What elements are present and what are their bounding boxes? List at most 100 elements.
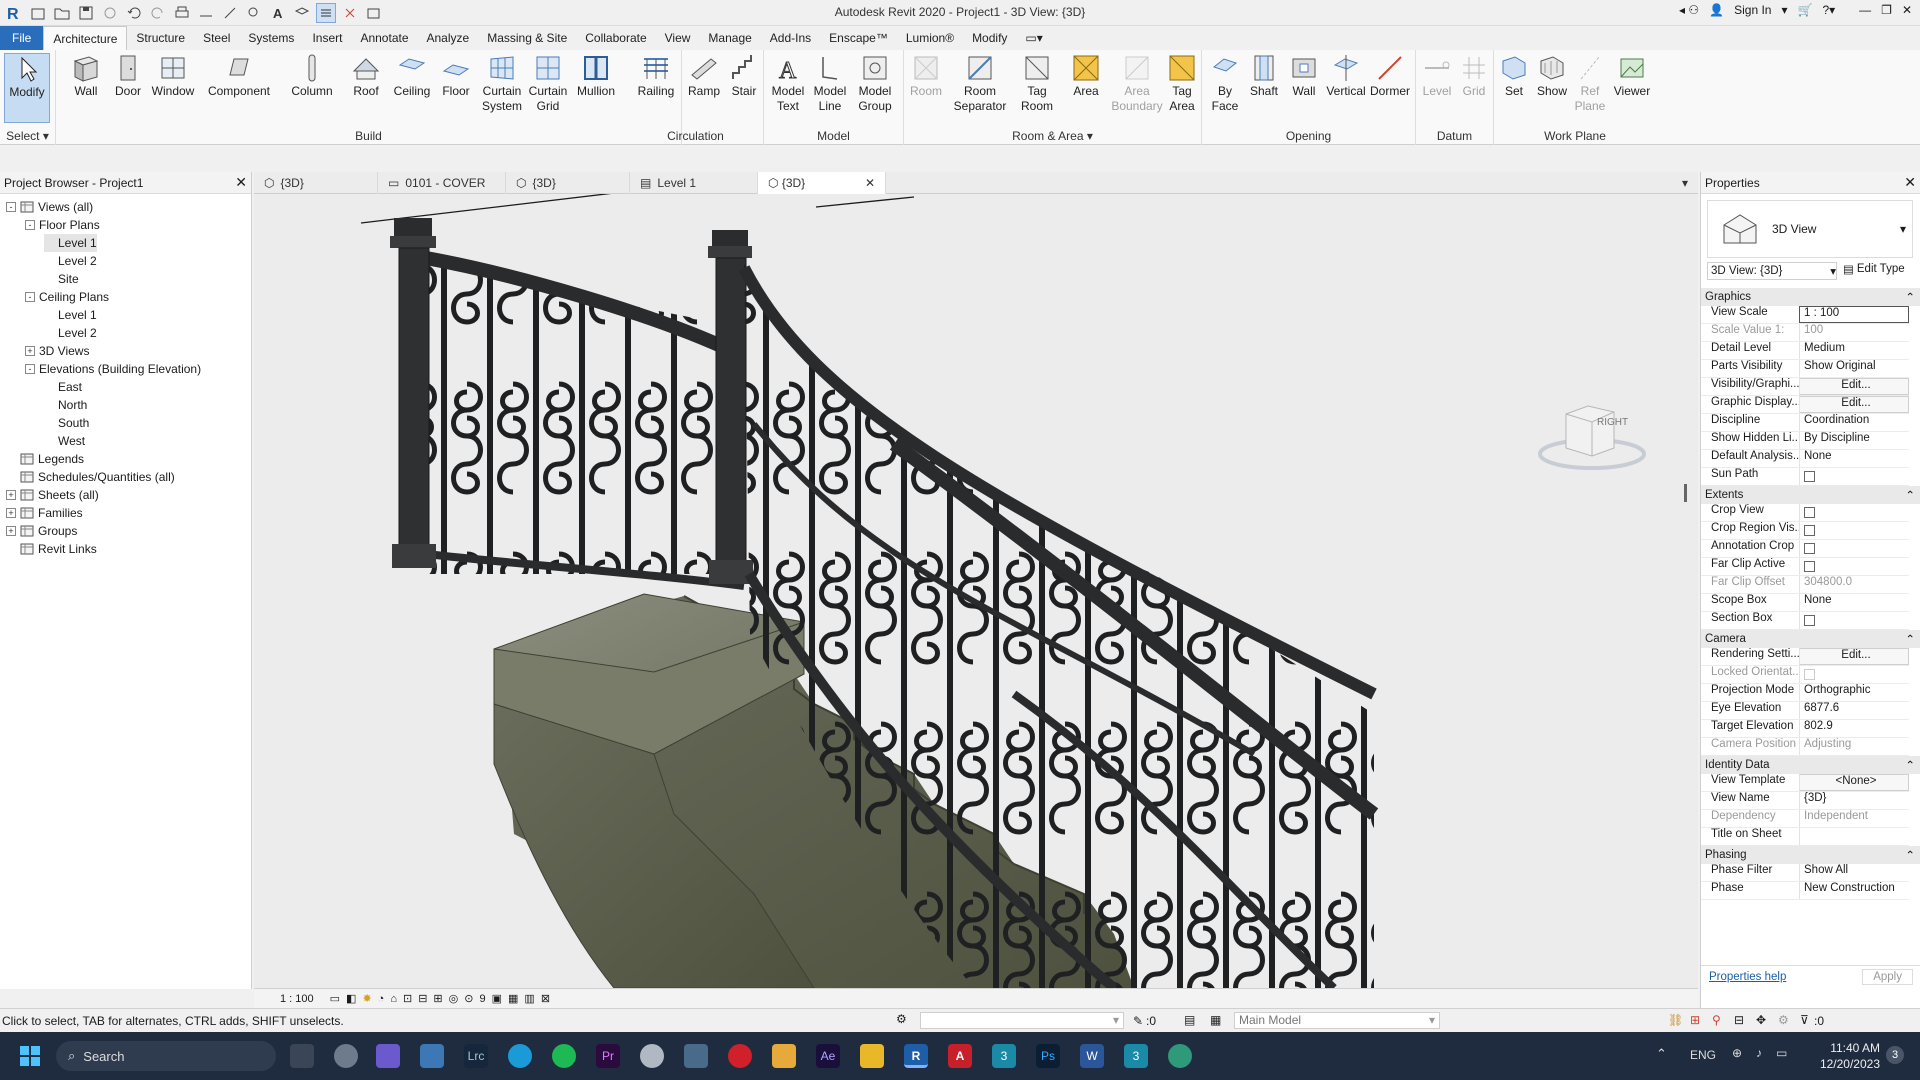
tab-insert[interactable]: Insert (303, 26, 351, 50)
view-cube[interactable] (1536, 402, 1656, 485)
property-value[interactable]: 802.9 (1799, 720, 1909, 737)
teams-icon[interactable] (376, 1044, 400, 1068)
3dsmax-2-icon[interactable]: 3 (1124, 1044, 1148, 1068)
worksets-icon[interactable]: ⚙ (896, 1012, 907, 1026)
crop-region-icon[interactable]: ⊟ (418, 992, 427, 1005)
dormer-button[interactable]: Dormer (1368, 53, 1412, 99)
property-edit-button[interactable]: Edit... (1799, 378, 1909, 395)
apply-button[interactable]: Apply (1862, 968, 1913, 985)
tab-systems[interactable]: Systems (239, 26, 303, 50)
tab-architecture[interactable]: Architecture (43, 26, 128, 50)
edit-type-button[interactable]: ▤ Edit Type (1843, 262, 1905, 276)
tab-file[interactable]: File (0, 26, 44, 50)
select-by-face-icon[interactable]: ⊟ (1734, 1013, 1744, 1027)
door-button[interactable]: Door (108, 53, 148, 99)
view-scale-label[interactable]: 1 : 100 (280, 993, 314, 1005)
word-icon[interactable]: W (1080, 1044, 1104, 1068)
revit-taskbar-icon[interactable]: R (904, 1044, 928, 1068)
sun-path-icon[interactable]: ✸ (362, 992, 371, 1005)
collapse-section-icon[interactable]: ⌃ (1905, 488, 1915, 502)
property-section-header[interactable]: Extents ⌃ (1701, 486, 1920, 504)
view-tab-3d-1[interactable]: ⬡ {3D} (254, 172, 378, 194)
tree-item[interactable]: Revit Links (6, 540, 97, 558)
app-globe-icon[interactable] (640, 1044, 664, 1068)
background-process-icon[interactable]: ⚙ (1778, 1013, 1789, 1027)
revit-logo-icon[interactable]: R (4, 3, 24, 23)
tab-analyze[interactable]: Analyze (418, 26, 479, 50)
design-options-icon[interactable]: ▤ (1184, 1013, 1195, 1027)
reveal-constraints-icon[interactable]: ⊠ (541, 992, 550, 1005)
text-icon[interactable]: A (268, 3, 288, 23)
tree-item[interactable]: Level 2 (44, 324, 97, 342)
expand-icon[interactable]: + (25, 346, 35, 356)
cart-icon[interactable]: 🛒 (1798, 3, 1813, 17)
stair-3d-model[interactable] (254, 194, 1698, 988)
reveal-hidden-icon[interactable]: ⊙ (464, 992, 473, 1005)
edge-icon[interactable] (508, 1044, 532, 1068)
select-pinned-icon[interactable]: ⚲ (1712, 1013, 1721, 1027)
property-value[interactable]: New Construction (1799, 882, 1909, 899)
tab-lumion[interactable]: Lumion® (897, 26, 963, 50)
tab-massing-site[interactable]: Massing & Site (478, 26, 576, 50)
property-checkbox-cell[interactable] (1799, 612, 1909, 629)
media-player-icon[interactable] (772, 1044, 796, 1068)
property-section-header[interactable]: Camera ⌃ (1701, 630, 1920, 648)
show-button[interactable]: Show (1534, 53, 1570, 99)
view-tab-cover[interactable]: ▭ 0101 - COVER (378, 172, 506, 194)
property-value[interactable]: 1 : 100 (1799, 306, 1909, 323)
search-binoculars-icon[interactable]: ◂ ⚇ (1679, 3, 1699, 17)
properties-close-icon[interactable]: ✕ (1904, 174, 1916, 191)
property-value[interactable]: 6877.6 (1799, 702, 1909, 719)
tree-item[interactable]: + Sheets (all) (6, 486, 99, 504)
visual-style-icon[interactable]: ◧ (346, 992, 356, 1005)
tree-item[interactable]: - Elevations (Building Elevation) (25, 360, 201, 378)
collapse-section-icon[interactable]: ⌃ (1905, 632, 1915, 646)
property-section-header[interactable]: Identity Data ⌃ (1701, 756, 1920, 774)
expand-icon[interactable]: + (6, 526, 16, 536)
close-window-button[interactable]: ✕ (1902, 3, 1912, 17)
component-button[interactable]: Component (202, 53, 276, 99)
volume-icon[interactable]: ♪ (1756, 1046, 1762, 1060)
room-separator-button[interactable]: Room Separator (948, 53, 1012, 114)
filter-icon[interactable]: ⊽ (1800, 1013, 1809, 1027)
expand-icon[interactable]: + (6, 490, 16, 500)
model-group-button[interactable]: Model Group (852, 53, 898, 114)
analysis-display-icon[interactable]: ▦ (508, 992, 518, 1005)
expand-icon[interactable]: + (6, 508, 16, 518)
mullion-button[interactable]: Mullion (574, 53, 618, 99)
collapse-section-icon[interactable]: ⌃ (1905, 848, 1915, 862)
premiere-icon[interactable]: Pr (596, 1044, 620, 1068)
windows-start-icon[interactable] (20, 1046, 40, 1066)
shaft-button[interactable]: Shaft (1244, 53, 1284, 99)
task-view-icon[interactable] (290, 1044, 314, 1068)
undo-icon[interactable] (124, 3, 144, 23)
collapse-icon[interactable]: - (6, 202, 16, 212)
vertical-button[interactable]: Vertical (1324, 53, 1368, 99)
collapse-section-icon[interactable]: ⌃ (1905, 290, 1915, 304)
area-button[interactable]: Area (1064, 53, 1108, 99)
view-tab-3d-2[interactable]: ⬡ {3D} (506, 172, 630, 194)
tree-item[interactable]: + Families (6, 504, 83, 522)
ribbon-minimize-icon[interactable]: ▭▾ (1016, 26, 1051, 50)
tag-icon[interactable] (244, 3, 264, 23)
file-explorer-icon[interactable] (860, 1044, 884, 1068)
project-browser-close-icon[interactable]: ✕ (235, 174, 247, 191)
shadows-icon[interactable]: ◔ (378, 993, 385, 1005)
detail-level-icon[interactable]: ▭ (330, 992, 340, 1005)
crop-view-icon[interactable]: ⊡ (403, 992, 412, 1005)
by-face-button[interactable]: By Face (1206, 53, 1244, 114)
collapse-icon[interactable]: - (25, 220, 35, 230)
tab-structure[interactable]: Structure (127, 26, 194, 50)
property-checkbox-cell[interactable] (1799, 468, 1909, 485)
workset-dropdown[interactable]: ▾ (920, 1012, 1124, 1029)
property-checkbox-cell[interactable] (1799, 558, 1909, 575)
collapse-icon[interactable]: - (25, 364, 35, 374)
property-value[interactable]: None (1799, 594, 1909, 611)
autocad-icon[interactable]: A (948, 1044, 972, 1068)
collapse-section-icon[interactable]: ⌃ (1905, 758, 1915, 772)
notification-badge[interactable]: 3 (1886, 1046, 1904, 1064)
tab-modify[interactable]: Modify (963, 26, 1016, 50)
spotify-icon[interactable] (552, 1044, 576, 1068)
checkbox[interactable] (1804, 471, 1815, 482)
property-section-header[interactable]: Graphics ⌃ (1701, 288, 1920, 306)
